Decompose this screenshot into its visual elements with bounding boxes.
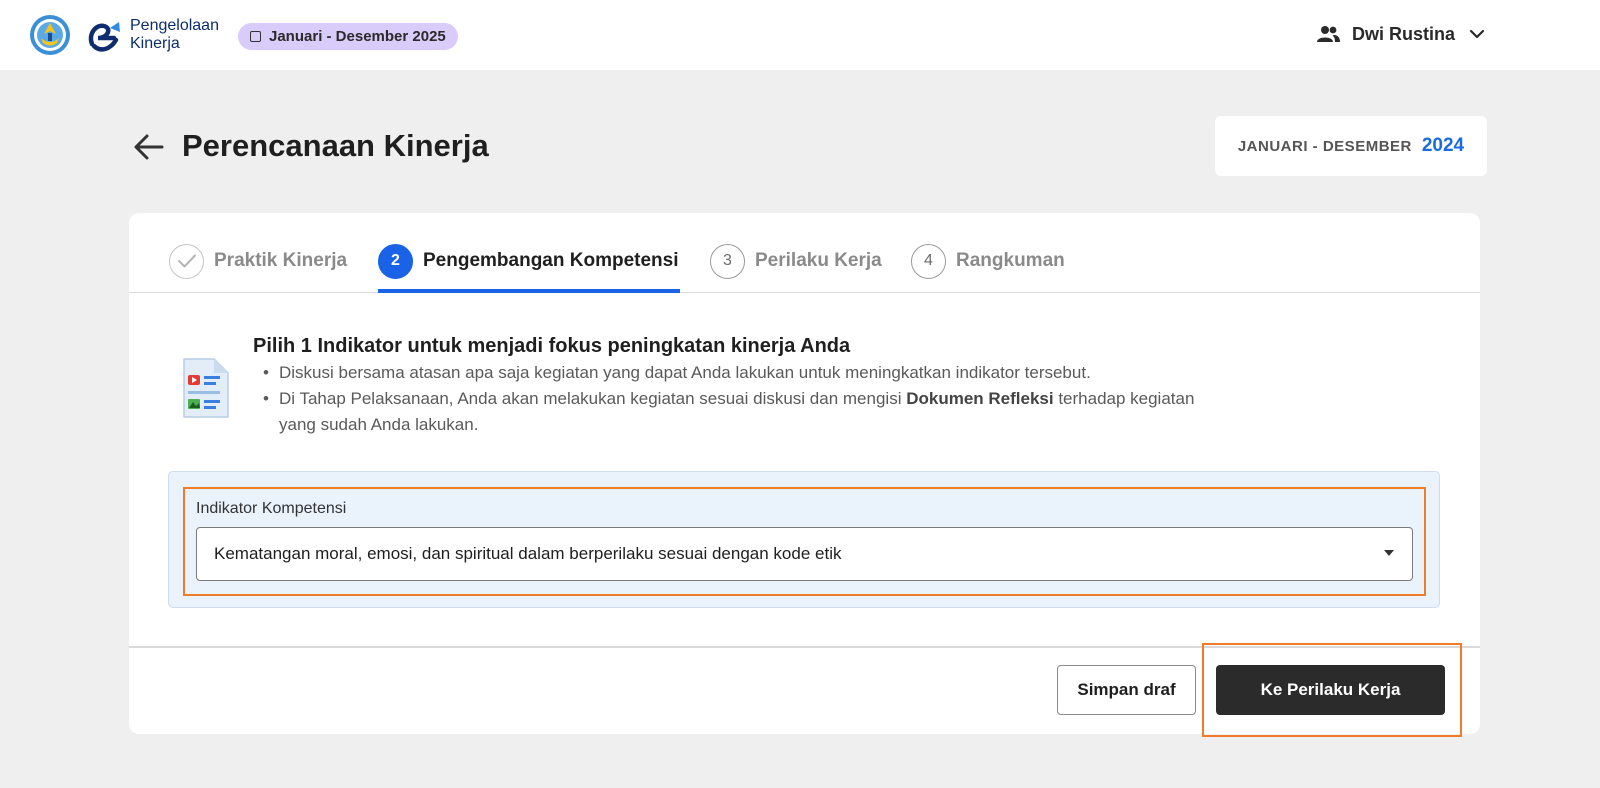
step-perilaku-kerja[interactable]: 3 Perilaku Kerja bbox=[710, 243, 882, 279]
period-chip[interactable]: Januari - Desember 2025 bbox=[238, 23, 458, 50]
next-button-highlight-box bbox=[1202, 643, 1462, 737]
intro-bullet-2-bold: Dokumen Refleksi bbox=[906, 389, 1054, 408]
step-rangkuman[interactable]: 4 Rangkuman bbox=[911, 243, 1065, 279]
period-card-year: 2024 bbox=[1421, 135, 1465, 156]
active-step-indicator bbox=[378, 289, 680, 293]
app-name: Pengelolaan Kinerja bbox=[130, 17, 219, 53]
chevron-down-icon bbox=[1469, 29, 1485, 39]
step-done-circle bbox=[169, 243, 204, 279]
app-name-line1: Pengelolaan bbox=[130, 17, 219, 34]
page-title: Perencanaan Kinerja bbox=[182, 128, 489, 163]
intro-bullet-2: Di Tahap Pelaksanaan, Anda akan melakuka… bbox=[253, 386, 1203, 438]
step-number: 3 bbox=[710, 243, 745, 279]
step-number: 4 bbox=[911, 243, 946, 279]
users-icon bbox=[1317, 26, 1340, 42]
period-card: JANUARI - DESEMBER 2024 bbox=[1215, 116, 1487, 176]
caret-down-icon bbox=[1384, 550, 1394, 556]
step-pengembangan-kompetensi[interactable]: 2 Pengembangan Kompetensi bbox=[378, 243, 679, 279]
document-media-icon bbox=[183, 358, 229, 418]
stepper: Praktik Kinerja 2 Pengembangan Kompetens… bbox=[129, 213, 1480, 293]
step-number: 2 bbox=[378, 243, 413, 279]
planning-card: Praktik Kinerja 2 Pengembangan Kompetens… bbox=[129, 213, 1480, 737]
period-card-label: JANUARI - DESEMBER bbox=[1237, 137, 1412, 155]
intro-title: Pilih 1 Indikator untuk menjadi fokus pe… bbox=[253, 335, 851, 357]
period-chip-label: Januari - Desember 2025 bbox=[269, 28, 446, 45]
user-name: Dwi Rustina bbox=[1352, 23, 1456, 44]
calendar-icon bbox=[250, 31, 261, 42]
save-draft-button[interactable]: Simpan draf bbox=[1057, 665, 1196, 715]
user-menu[interactable]: Dwi Rustina bbox=[1316, 20, 1485, 48]
step-label: Rangkuman bbox=[956, 250, 1065, 271]
step-praktik-kinerja[interactable]: Praktik Kinerja bbox=[169, 243, 347, 279]
step-label: Perilaku Kerja bbox=[755, 250, 882, 271]
top-navigation-bar: Pengelolaan Kinerja Januari - Desember 2… bbox=[0, 0, 1600, 70]
intro-bullet-2-text-start: Di Tahap Pelaksanaan, Anda akan melakuka… bbox=[279, 389, 907, 408]
intro-list: Diskusi bersama atasan apa saja kegiatan… bbox=[253, 360, 1203, 438]
app-name-line2: Kinerja bbox=[130, 35, 180, 52]
e-kinerja-logo[interactable] bbox=[86, 18, 124, 54]
tut-wuri-handayani-logo[interactable] bbox=[29, 14, 71, 56]
step-label: Praktik Kinerja bbox=[214, 250, 348, 271]
indicator-field-label: Indikator Kompetensi bbox=[196, 500, 347, 517]
step-label: Pengembangan Kompetensi bbox=[423, 250, 679, 271]
check-icon bbox=[177, 254, 196, 268]
indicator-select-value: Kematangan moral, emosi, dan spiritual d… bbox=[214, 544, 842, 563]
arrow-left-icon[interactable] bbox=[132, 130, 166, 164]
indicator-select[interactable]: Kematangan moral, emosi, dan spiritual d… bbox=[196, 527, 1413, 581]
intro-bullet-1: Diskusi bersama atasan apa saja kegiatan… bbox=[253, 360, 1203, 386]
